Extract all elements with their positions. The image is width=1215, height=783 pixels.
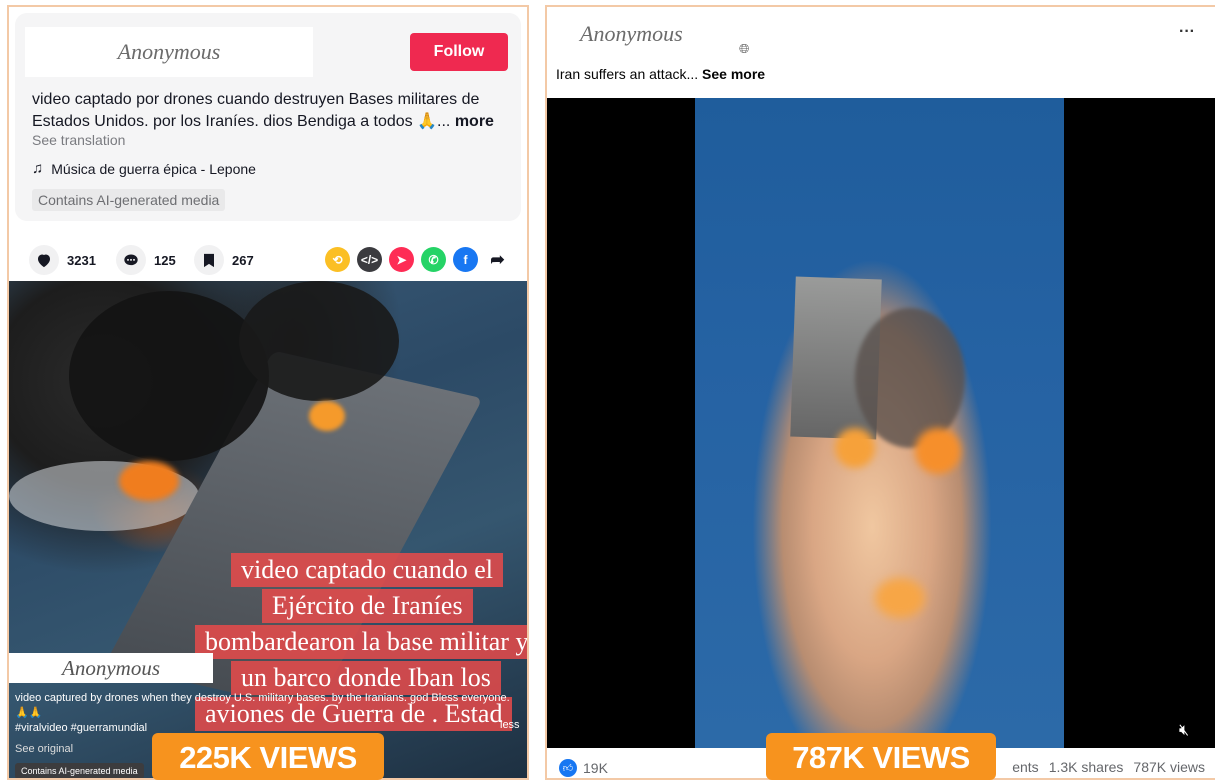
like-count: 3231 (67, 252, 96, 268)
save-count: 267 (232, 252, 254, 268)
bookmark-icon (194, 245, 224, 275)
whatsapp-icon[interactable]: ✆ (421, 247, 446, 272)
reactions[interactable]: 👍︎ 19K (559, 759, 608, 777)
comment-button[interactable]: 125 (116, 245, 176, 275)
post-caption: video captado por drones cuando destruye… (32, 89, 514, 133)
share-icons: ⟲ </> ➤ ✆ f ➦ (325, 247, 510, 272)
tiktok-post-panel: Anonymous Follow video captado por drone… (7, 5, 529, 780)
see-original-link[interactable]: See original (15, 743, 73, 755)
comments-count[interactable]: ents (1012, 759, 1038, 775)
like-button[interactable]: 3231 (29, 245, 96, 275)
globe-icon: 🌐︎ (739, 41, 750, 56)
music-link[interactable]: ♫ Música de guerra épica - Lepone (32, 160, 256, 177)
smoke-plume (69, 291, 269, 461)
more-link[interactable]: more (455, 113, 494, 130)
fire-flare (309, 401, 345, 431)
send-icon[interactable]: ➤ (389, 247, 414, 272)
account-name[interactable]: Anonymous (25, 27, 313, 77)
post-info-card: Anonymous Follow video captado por drone… (15, 13, 521, 221)
see-translation-link[interactable]: See translation (32, 132, 125, 148)
action-bar: 3231 125 267 ⟲ </> ➤ ✆ f ➦ (9, 237, 527, 283)
video-frame (695, 98, 1064, 748)
fire-flare (119, 461, 179, 501)
caption-text: Iran suffers an attack... (556, 66, 699, 82)
post-video[interactable]: 🔇︎ (547, 98, 1215, 748)
caption-text: video captado por drones cuando destruye… (32, 91, 480, 130)
comment-count: 125 (154, 252, 176, 268)
follow-button[interactable]: Follow (410, 33, 508, 71)
embed-icon[interactable]: </> (357, 247, 382, 272)
mute-icon[interactable]: 🔇︎ (1179, 722, 1189, 740)
facebook-post-panel: Anonymous 🌐︎ ··· Iran suffers an attack.… (545, 5, 1215, 780)
fire-flare (915, 428, 961, 474)
reaction-count: 19K (583, 760, 608, 776)
less-link[interactable]: less (500, 719, 520, 731)
post-video[interactable]: video captado cuando el Ejército de Iran… (9, 281, 527, 778)
overlay-text-line: un barco donde Iban los (231, 661, 501, 695)
views-badge-left: 225K VIEWS (152, 733, 384, 780)
ai-generated-tag: Contains AI-generated media (15, 763, 144, 778)
repost-icon[interactable]: ⟲ (325, 247, 350, 272)
ai-generated-tag: Contains AI-generated media (32, 189, 226, 211)
post-stats: ents 1.3K shares 787K views (1012, 759, 1205, 775)
facebook-icon[interactable]: f (453, 247, 478, 272)
account-name[interactable]: Anonymous (580, 21, 683, 47)
comment-icon (116, 245, 146, 275)
views-badge-right: 787K VIEWS (766, 733, 996, 780)
fire-flare (875, 578, 925, 618)
post-caption: Iran suffers an attack... See more (556, 66, 765, 82)
overlay-text-line: bombardearon la base militar y (195, 625, 527, 659)
see-more-link[interactable]: See more (702, 66, 765, 82)
video-account-name[interactable]: Anonymous (9, 653, 213, 683)
music-note-icon: ♫ (32, 160, 44, 177)
video-caption: video captured by drones when they destr… (15, 691, 521, 736)
views-count: 787K views (1133, 759, 1205, 775)
save-button[interactable]: 267 (194, 245, 254, 275)
share-arrow-icon[interactable]: ➦ (485, 247, 510, 272)
music-title: Música de guerra épica - Lepone (51, 160, 256, 177)
overlay-text-line: Ejército de Iraníes (262, 589, 473, 623)
heart-icon (29, 245, 59, 275)
english-caption: video captured by drones when they destr… (15, 692, 510, 719)
shares-count[interactable]: 1.3K shares (1049, 759, 1124, 775)
smoke-plume (855, 308, 965, 448)
like-icon: 👍︎ (559, 759, 577, 777)
overlay-text-line: video captado cuando el (231, 553, 503, 587)
smoke-plume (239, 281, 399, 401)
more-options-icon[interactable]: ··· (1179, 23, 1195, 41)
fire-flare (835, 428, 875, 468)
